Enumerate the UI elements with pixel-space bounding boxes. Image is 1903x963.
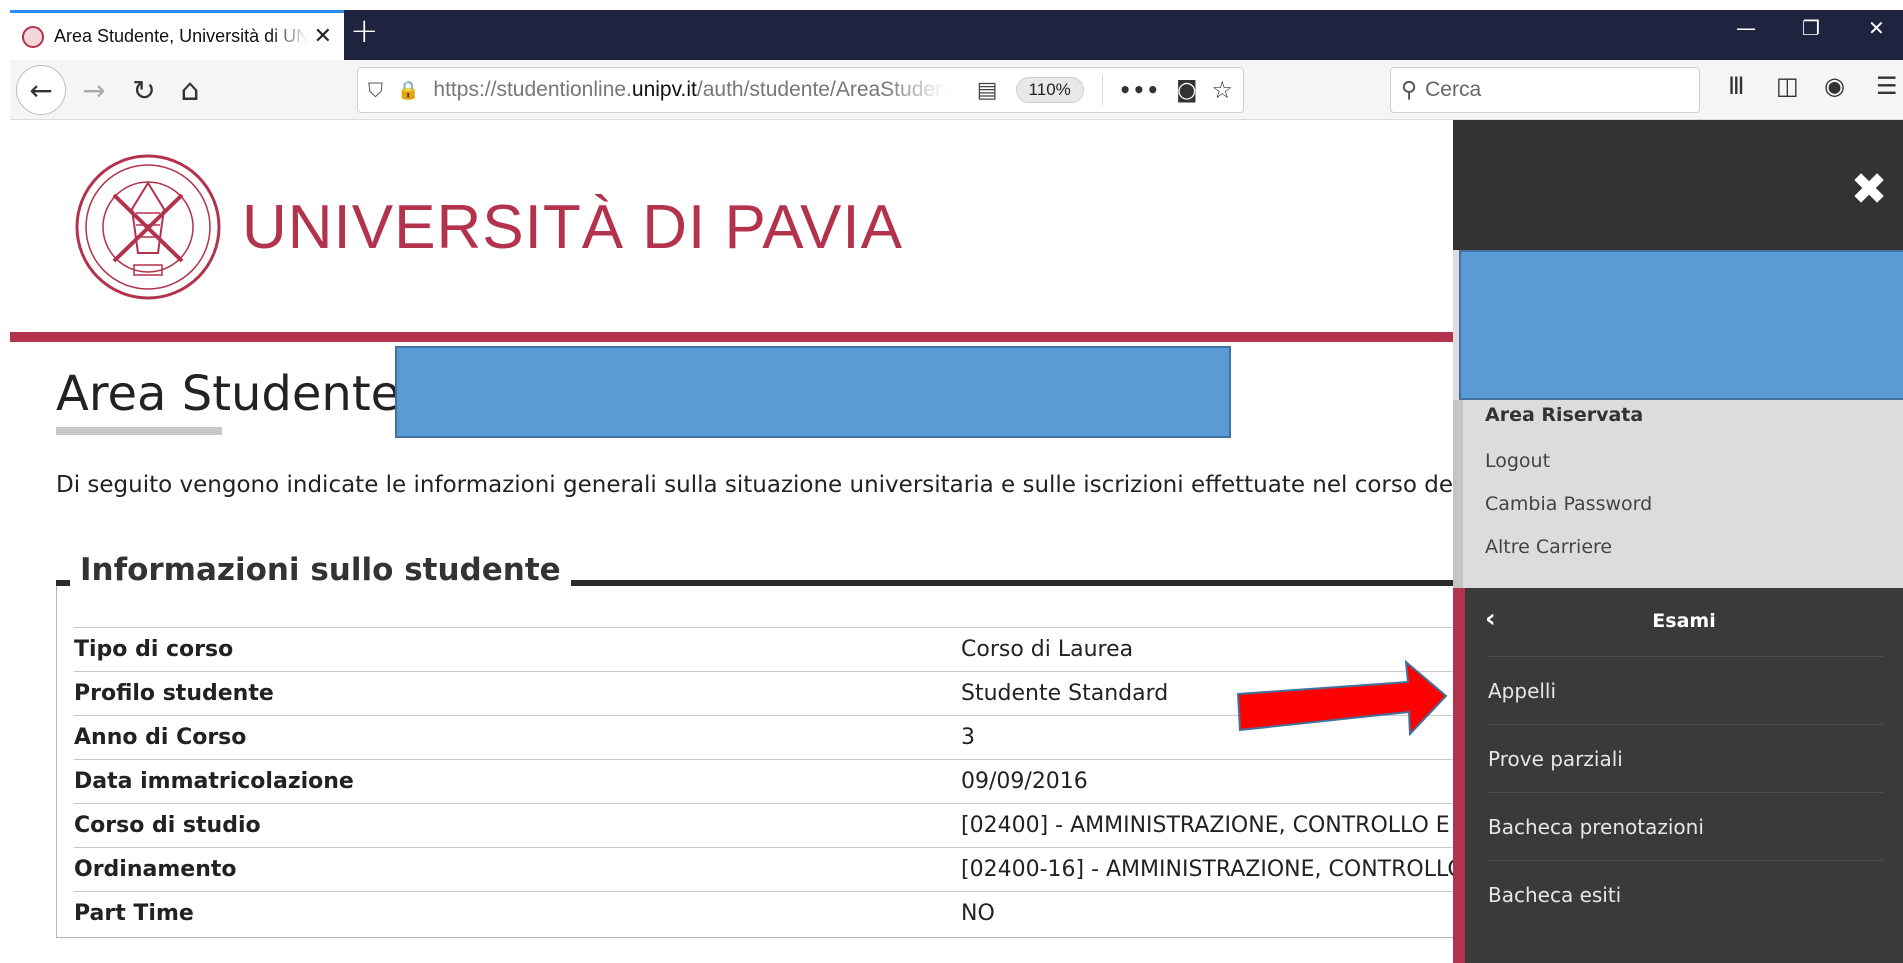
exams-submenu-title: Esami (1652, 610, 1716, 632)
other-careers-link[interactable]: Altre Carriere (1485, 536, 1612, 558)
tracking-shield-icon[interactable]: ⛉ (368, 78, 383, 102)
new-tab-icon[interactable]: + (350, 14, 379, 48)
university-seal-logo (75, 154, 221, 300)
row-value: 09/09/2016 (961, 759, 1494, 804)
table-row: Data immatricolazione 09/09/2016 (74, 759, 1494, 804)
url-prefix: https://studentionline. (433, 78, 632, 101)
close-window-icon[interactable]: ✕ (1868, 18, 1885, 38)
tab-close-icon[interactable]: ✕ (314, 25, 332, 48)
zoom-level-badge[interactable]: 110% (1015, 77, 1084, 103)
table-row: Part Time NO (74, 891, 1494, 936)
section-title: Informazioni sullo studente (70, 552, 571, 588)
url-domain: unipv.it (631, 78, 697, 101)
lock-icon[interactable]: 🔒 (397, 80, 419, 101)
university-brand-name: UNIVERSITÀ DI PAVIA (242, 193, 903, 262)
redacted-user-box (1459, 250, 1903, 400)
search-icon: ⚲ (1401, 77, 1418, 103)
row-label: Ordinamento (74, 847, 961, 892)
minimize-icon[interactable]: — (1736, 18, 1756, 38)
sidebar-toggle-icon[interactable]: ◫ (1776, 74, 1799, 98)
side-menu-panel: ✖ Area Riservata Logout Cambia Password … (1453, 120, 1903, 963)
row-label: Data immatricolazione (74, 759, 961, 804)
search-input[interactable] (1425, 78, 1666, 102)
search-bar[interactable]: ⚲ (1390, 67, 1700, 113)
change-password-link[interactable]: Cambia Password (1485, 493, 1652, 515)
forward-button[interactable]: → (72, 68, 116, 112)
row-value: [02400-16] - AMMINISTRAZIONE, CONTROLLO (961, 847, 1494, 892)
more-actions-icon[interactable]: ••• (1119, 78, 1160, 102)
header-divider (10, 332, 1460, 342)
row-value: NO (961, 891, 1494, 936)
pocket-icon[interactable]: ◙ (1176, 78, 1197, 103)
favicon-icon (22, 25, 44, 48)
tab-title: Area Studente, Università di UNIPV (54, 26, 308, 46)
url-text[interactable]: https://studentionline.unipv.it/auth/stu… (433, 78, 946, 102)
library-icon[interactable]: Ⅲ (1728, 74, 1745, 98)
url-bar[interactable]: ⛉ 🔒 https://studentionline.unipv.it/auth… (357, 67, 1244, 113)
url-bar-divider (1101, 75, 1103, 105)
home-icon: ⌂ (180, 72, 200, 108)
row-label: Tipo di corso (74, 627, 961, 672)
intro-text: Di seguito vengono indicate le informazi… (56, 472, 1545, 498)
menu-item-appelli[interactable]: Appelli (1488, 656, 1883, 724)
restore-icon[interactable]: ❐ (1802, 18, 1820, 38)
browser-tab-active[interactable]: Area Studente, Università di UNIPV ✕ (10, 10, 344, 60)
row-label: Part Time (74, 891, 961, 936)
page-title: Area Studente (56, 366, 401, 422)
back-arrow-icon: ← (29, 73, 53, 107)
reload-button[interactable]: ↻ (122, 68, 166, 112)
row-label: Profilo studente (74, 671, 961, 716)
title-underline (56, 427, 222, 435)
url-path: /auth/studente/AreaStudente.do (696, 78, 947, 101)
back-button[interactable]: ← (16, 65, 66, 115)
logout-link[interactable]: Logout (1485, 450, 1550, 472)
row-value: [02400] - AMMINISTRAZIONE, CONTROLLO E F (961, 803, 1494, 848)
table-row: Ordinamento [02400-16] - AMMINISTRAZIONE,… (74, 847, 1494, 892)
browser-tab-strip: Area Studente, Università di UNIPV ✕ + —… (0, 0, 1903, 60)
redacted-student-name (395, 346, 1231, 438)
bookmark-star-icon[interactable]: ☆ (1211, 76, 1233, 104)
reload-icon: ↻ (132, 73, 156, 107)
menu-item-bacheca-prenotazioni[interactable]: Bacheca prenotazioni (1488, 792, 1883, 860)
row-label: Corso di studio (74, 803, 961, 848)
home-button[interactable]: ⌂ (168, 68, 212, 112)
menu-item-prove-parziali[interactable]: Prove parziali (1488, 724, 1883, 792)
hamburger-menu-icon[interactable]: ☰ (1876, 74, 1898, 98)
close-menu-icon[interactable]: ✖ (1849, 168, 1889, 212)
account-icon[interactable]: ◉ (1824, 74, 1845, 98)
reader-view-icon[interactable]: ▤ (977, 78, 998, 103)
reserved-area-title: Area Riservata (1485, 404, 1644, 426)
legend-dash (56, 580, 70, 586)
panel-header (1453, 120, 1903, 250)
forward-arrow-icon: → (82, 73, 106, 107)
table-row: Corso di studio [02400] - AMMINISTRAZIONE… (74, 803, 1494, 848)
row-label: Anno di Corso (74, 715, 961, 760)
menu-item-bacheca-esiti[interactable]: Bacheca esiti (1488, 860, 1883, 928)
navigation-toolbar: ← → ↻ ⌂ ⛉ 🔒 https://studentionline.unipv… (10, 60, 1903, 120)
red-arrow-annotation (1236, 660, 1448, 737)
